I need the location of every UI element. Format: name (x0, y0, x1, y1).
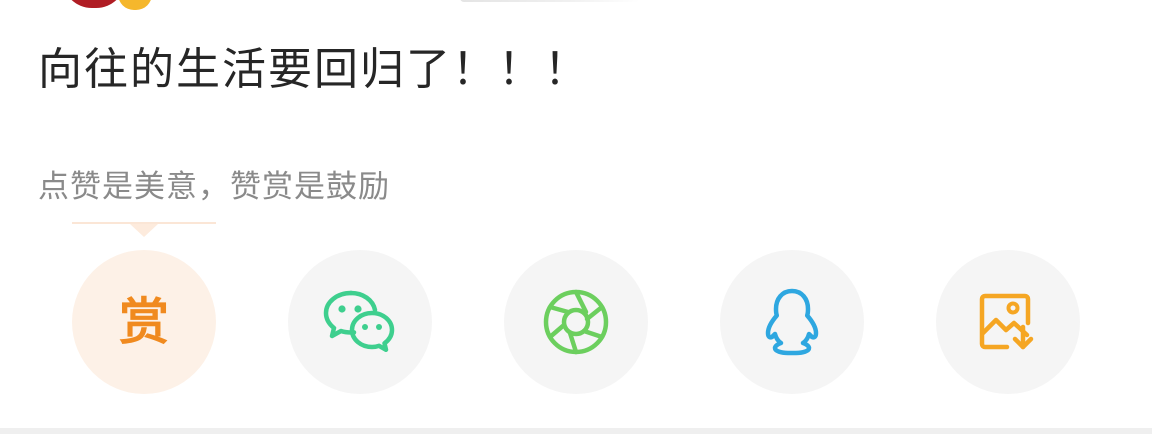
qq-penguin-icon (765, 288, 819, 356)
moments-shutter-icon (543, 289, 609, 355)
author-avatar[interactable] (62, 0, 126, 8)
reward-icon: 赏 (119, 293, 169, 351)
reward-tooltip-caret (130, 224, 158, 237)
save-image-icon (979, 293, 1034, 350)
share-qq-button[interactable] (720, 250, 864, 394)
share-wechat-button[interactable] (288, 250, 432, 394)
reward-button[interactable]: 赏 (72, 250, 216, 394)
reward-prompt-text: 点赞是美意，赞赏是鼓励 (38, 169, 390, 205)
share-actions-row: 赏 (0, 250, 1152, 394)
wechat-icon (323, 290, 395, 353)
post-title: 向往的生活要回归了！！！ (38, 44, 590, 95)
author-name-cropped (460, 0, 640, 2)
section-divider (0, 428, 1152, 434)
avatar-badge-icon (118, 0, 152, 10)
share-moments-button[interactable] (504, 250, 648, 394)
save-image-button[interactable] (936, 250, 1080, 394)
